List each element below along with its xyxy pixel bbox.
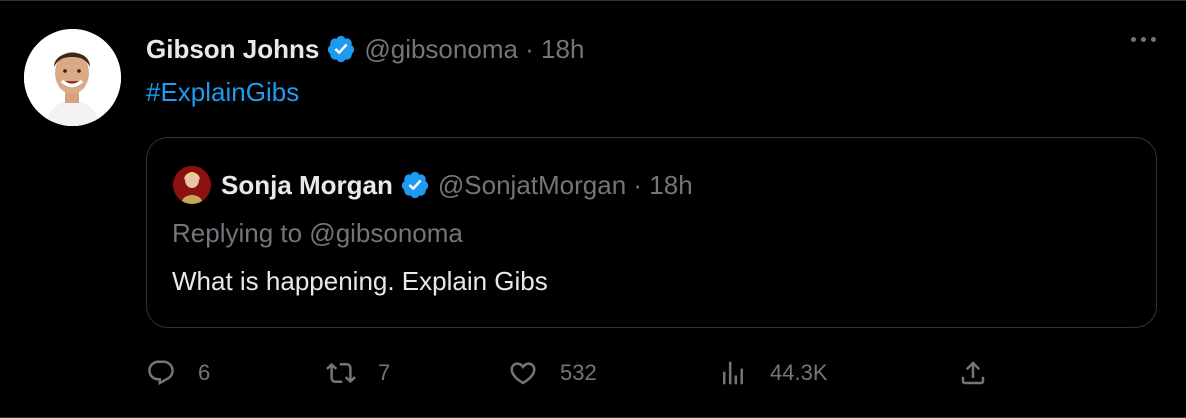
like-button[interactable]: 532 [508, 353, 597, 393]
reply-icon [148, 360, 174, 386]
hashtag-link[interactable]: #ExplainGibs [146, 77, 299, 108]
retweet-count: 7 [378, 360, 391, 385]
like-count: 532 [560, 360, 597, 385]
quoted-tweet[interactable]: Sonja Morgan @SonjatMorgan · 18h Replyin… [146, 137, 1157, 328]
author-avatar-image [24, 29, 121, 126]
views-button[interactable]: 44.3K [718, 353, 828, 393]
retweet-icon [326, 362, 356, 384]
tweet[interactable]: Gibson Johns @gibsonoma · 18h #ExplainGi… [0, 0, 1186, 418]
verified-badge-icon[interactable] [400, 170, 430, 200]
retweet-button[interactable]: 7 [326, 353, 390, 393]
views-chart-icon [723, 361, 743, 385]
views-count: 44.3K [770, 360, 828, 385]
quoted-author-name[interactable]: Sonja Morgan [221, 170, 393, 201]
quoted-author-avatar[interactable] [173, 166, 211, 204]
action-bar: 6 7 532 44.3K [146, 353, 1006, 393]
quoted-author-avatar-image [173, 166, 211, 204]
share-icon [961, 361, 985, 385]
more-horizontal-icon[interactable] [1131, 37, 1156, 42]
author-avatar[interactable] [24, 29, 121, 126]
share-button[interactable] [958, 353, 988, 393]
replying-to[interactable]: Replying to @gibsonoma [172, 218, 463, 249]
verified-badge-icon[interactable] [326, 34, 356, 64]
quoted-author-handle-time[interactable]: @SonjatMorgan · 18h [438, 170, 693, 201]
quoted-tweet-text: What is happening. Explain Gibs [172, 266, 548, 296]
author-name[interactable]: Gibson Johns [146, 34, 319, 65]
author-handle-time[interactable]: @gibsonoma · 18h [364, 34, 584, 65]
heart-icon [510, 362, 536, 385]
reply-count: 6 [198, 360, 211, 385]
quoted-tweet-header: Sonja Morgan @SonjatMorgan · 18h [221, 166, 693, 204]
tweet-header: Gibson Johns @gibsonoma · 18h [146, 31, 584, 67]
reply-button[interactable]: 6 [146, 353, 210, 393]
